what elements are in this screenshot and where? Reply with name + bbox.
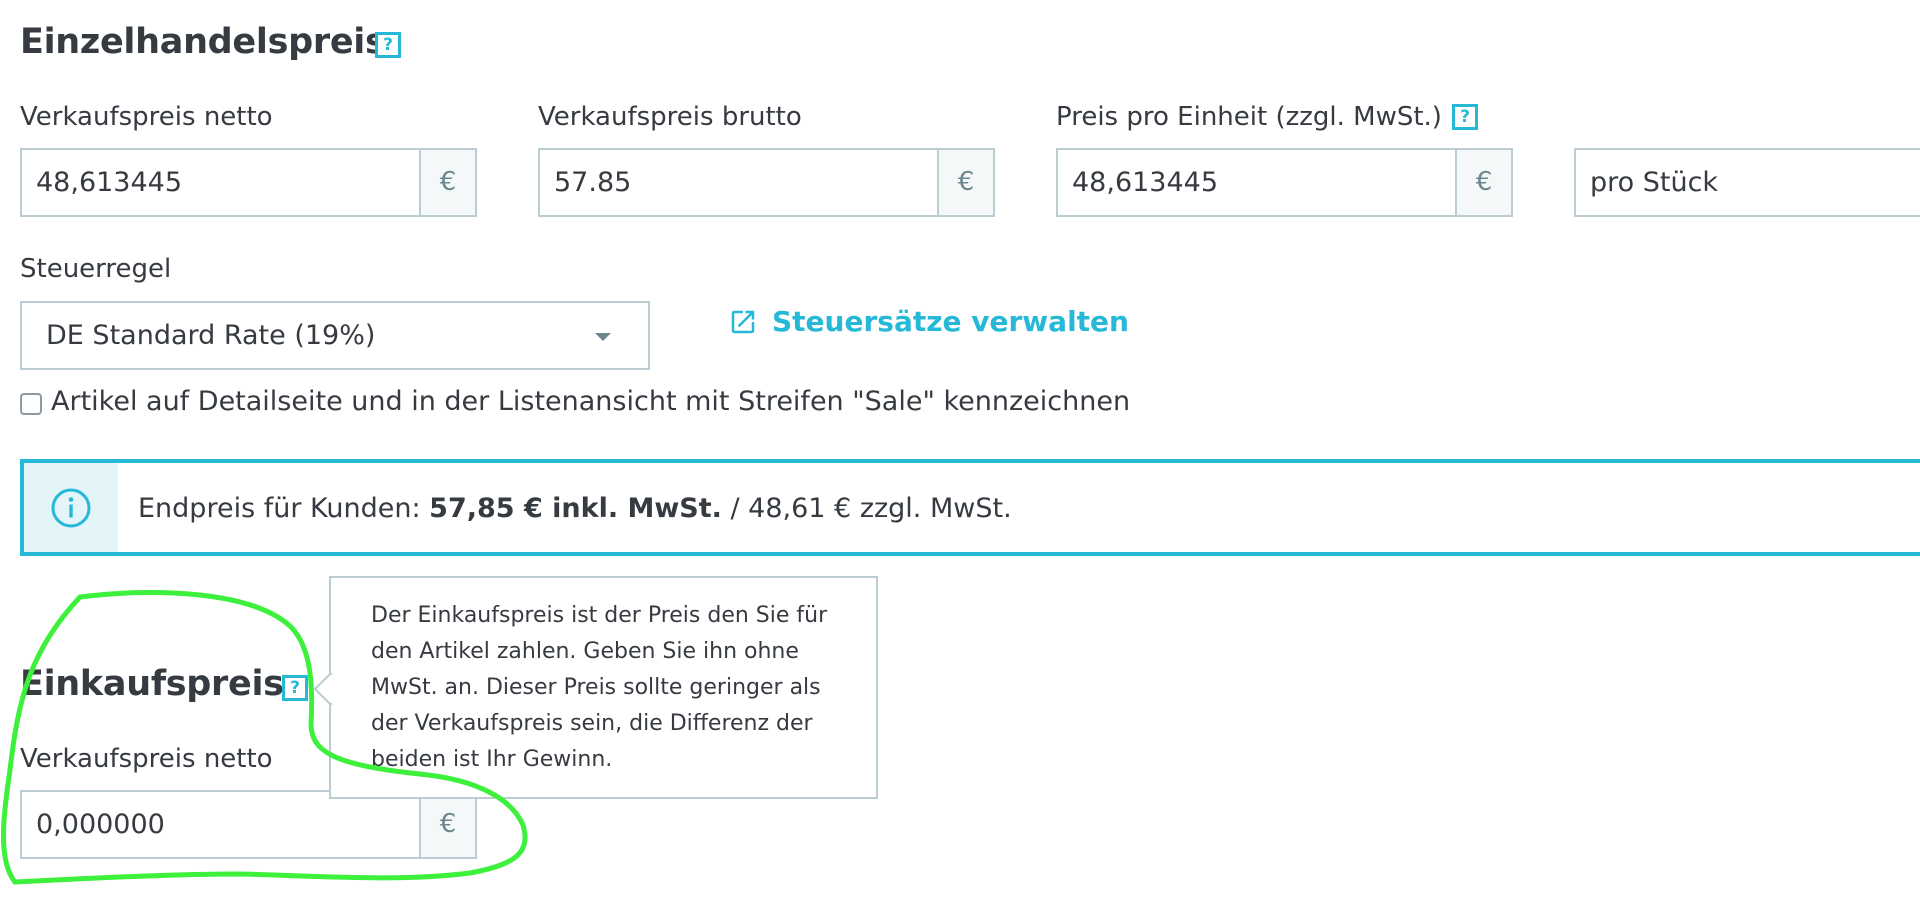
alert-icon-box	[24, 463, 118, 552]
retail-price-title: Einzelhandelspreis	[20, 22, 386, 62]
net-price-label: Verkaufspreis netto	[20, 102, 273, 132]
info-icon	[51, 488, 91, 528]
tooltip-line: MwSt. an. Dieser Preis sollte geringer a…	[371, 675, 821, 700]
unit-input[interactable]: pro Stück	[1574, 148, 1920, 217]
unit-price-input[interactable]: 48,613445	[1056, 148, 1457, 217]
tooltip-line: den Artikel zahlen. Geben Sie ihn ohne	[371, 639, 799, 664]
gross-price-input[interactable]: 57.85	[538, 148, 939, 217]
final-price-alert: Endpreis für Kunden: 57,85 € inkl. MwSt.…	[20, 459, 1920, 556]
currency-addon: €	[419, 790, 477, 859]
manage-tax-link[interactable]: Steuersätze verwalten	[728, 305, 1129, 338]
net-price-input[interactable]: 48,613445	[20, 148, 421, 217]
final-price-prefix: Endpreis für Kunden:	[138, 493, 430, 524]
help-icon[interactable]: ?	[375, 32, 401, 58]
tooltip-line: der Verkaufspreis sein, die Differenz de…	[371, 711, 813, 736]
tax-rule-select[interactable]: DE Standard Rate (19%)	[20, 301, 650, 370]
unit-price-label: Preis pro Einheit (zzgl. MwSt.)	[1056, 102, 1442, 132]
final-price-text: Endpreis für Kunden: 57,85 € inkl. MwSt.…	[138, 493, 1012, 524]
currency-addon: €	[937, 148, 995, 217]
help-icon[interactable]: ?	[1452, 104, 1478, 130]
currency-addon: €	[419, 148, 477, 217]
purchase-net-input[interactable]: 0,000000	[20, 790, 421, 859]
help-icon[interactable]: ?	[282, 675, 308, 701]
manage-tax-link-label: Steuersätze verwalten	[772, 305, 1129, 338]
tax-rule-value: DE Standard Rate (19%)	[46, 320, 376, 351]
chevron-down-icon	[595, 333, 611, 341]
help-tooltip: Der Einkaufspreis ist der Preis den Sie …	[329, 576, 878, 799]
gross-price-label: Verkaufspreis brutto	[538, 102, 802, 132]
sale-checkbox-label[interactable]: Artikel auf Detailseite und in der Liste…	[51, 386, 1130, 417]
sale-checkbox[interactable]	[20, 393, 42, 415]
purchase-net-label: Verkaufspreis netto	[20, 744, 273, 774]
tooltip-line: beiden ist Ihr Gewinn.	[371, 747, 613, 772]
tooltip-arrow	[314, 673, 332, 705]
currency-addon: €	[1455, 148, 1513, 217]
final-price-net: / 48,61 € zzgl. MwSt.	[721, 493, 1012, 524]
tooltip-line: Der Einkaufspreis ist der Preis den Sie …	[371, 603, 828, 628]
final-price-gross: 57,85 € inkl. MwSt.	[429, 493, 722, 524]
external-link-icon	[731, 310, 755, 333]
tax-rule-label: Steuerregel	[20, 254, 172, 284]
purchase-price-title: Einkaufspreis	[20, 664, 284, 704]
